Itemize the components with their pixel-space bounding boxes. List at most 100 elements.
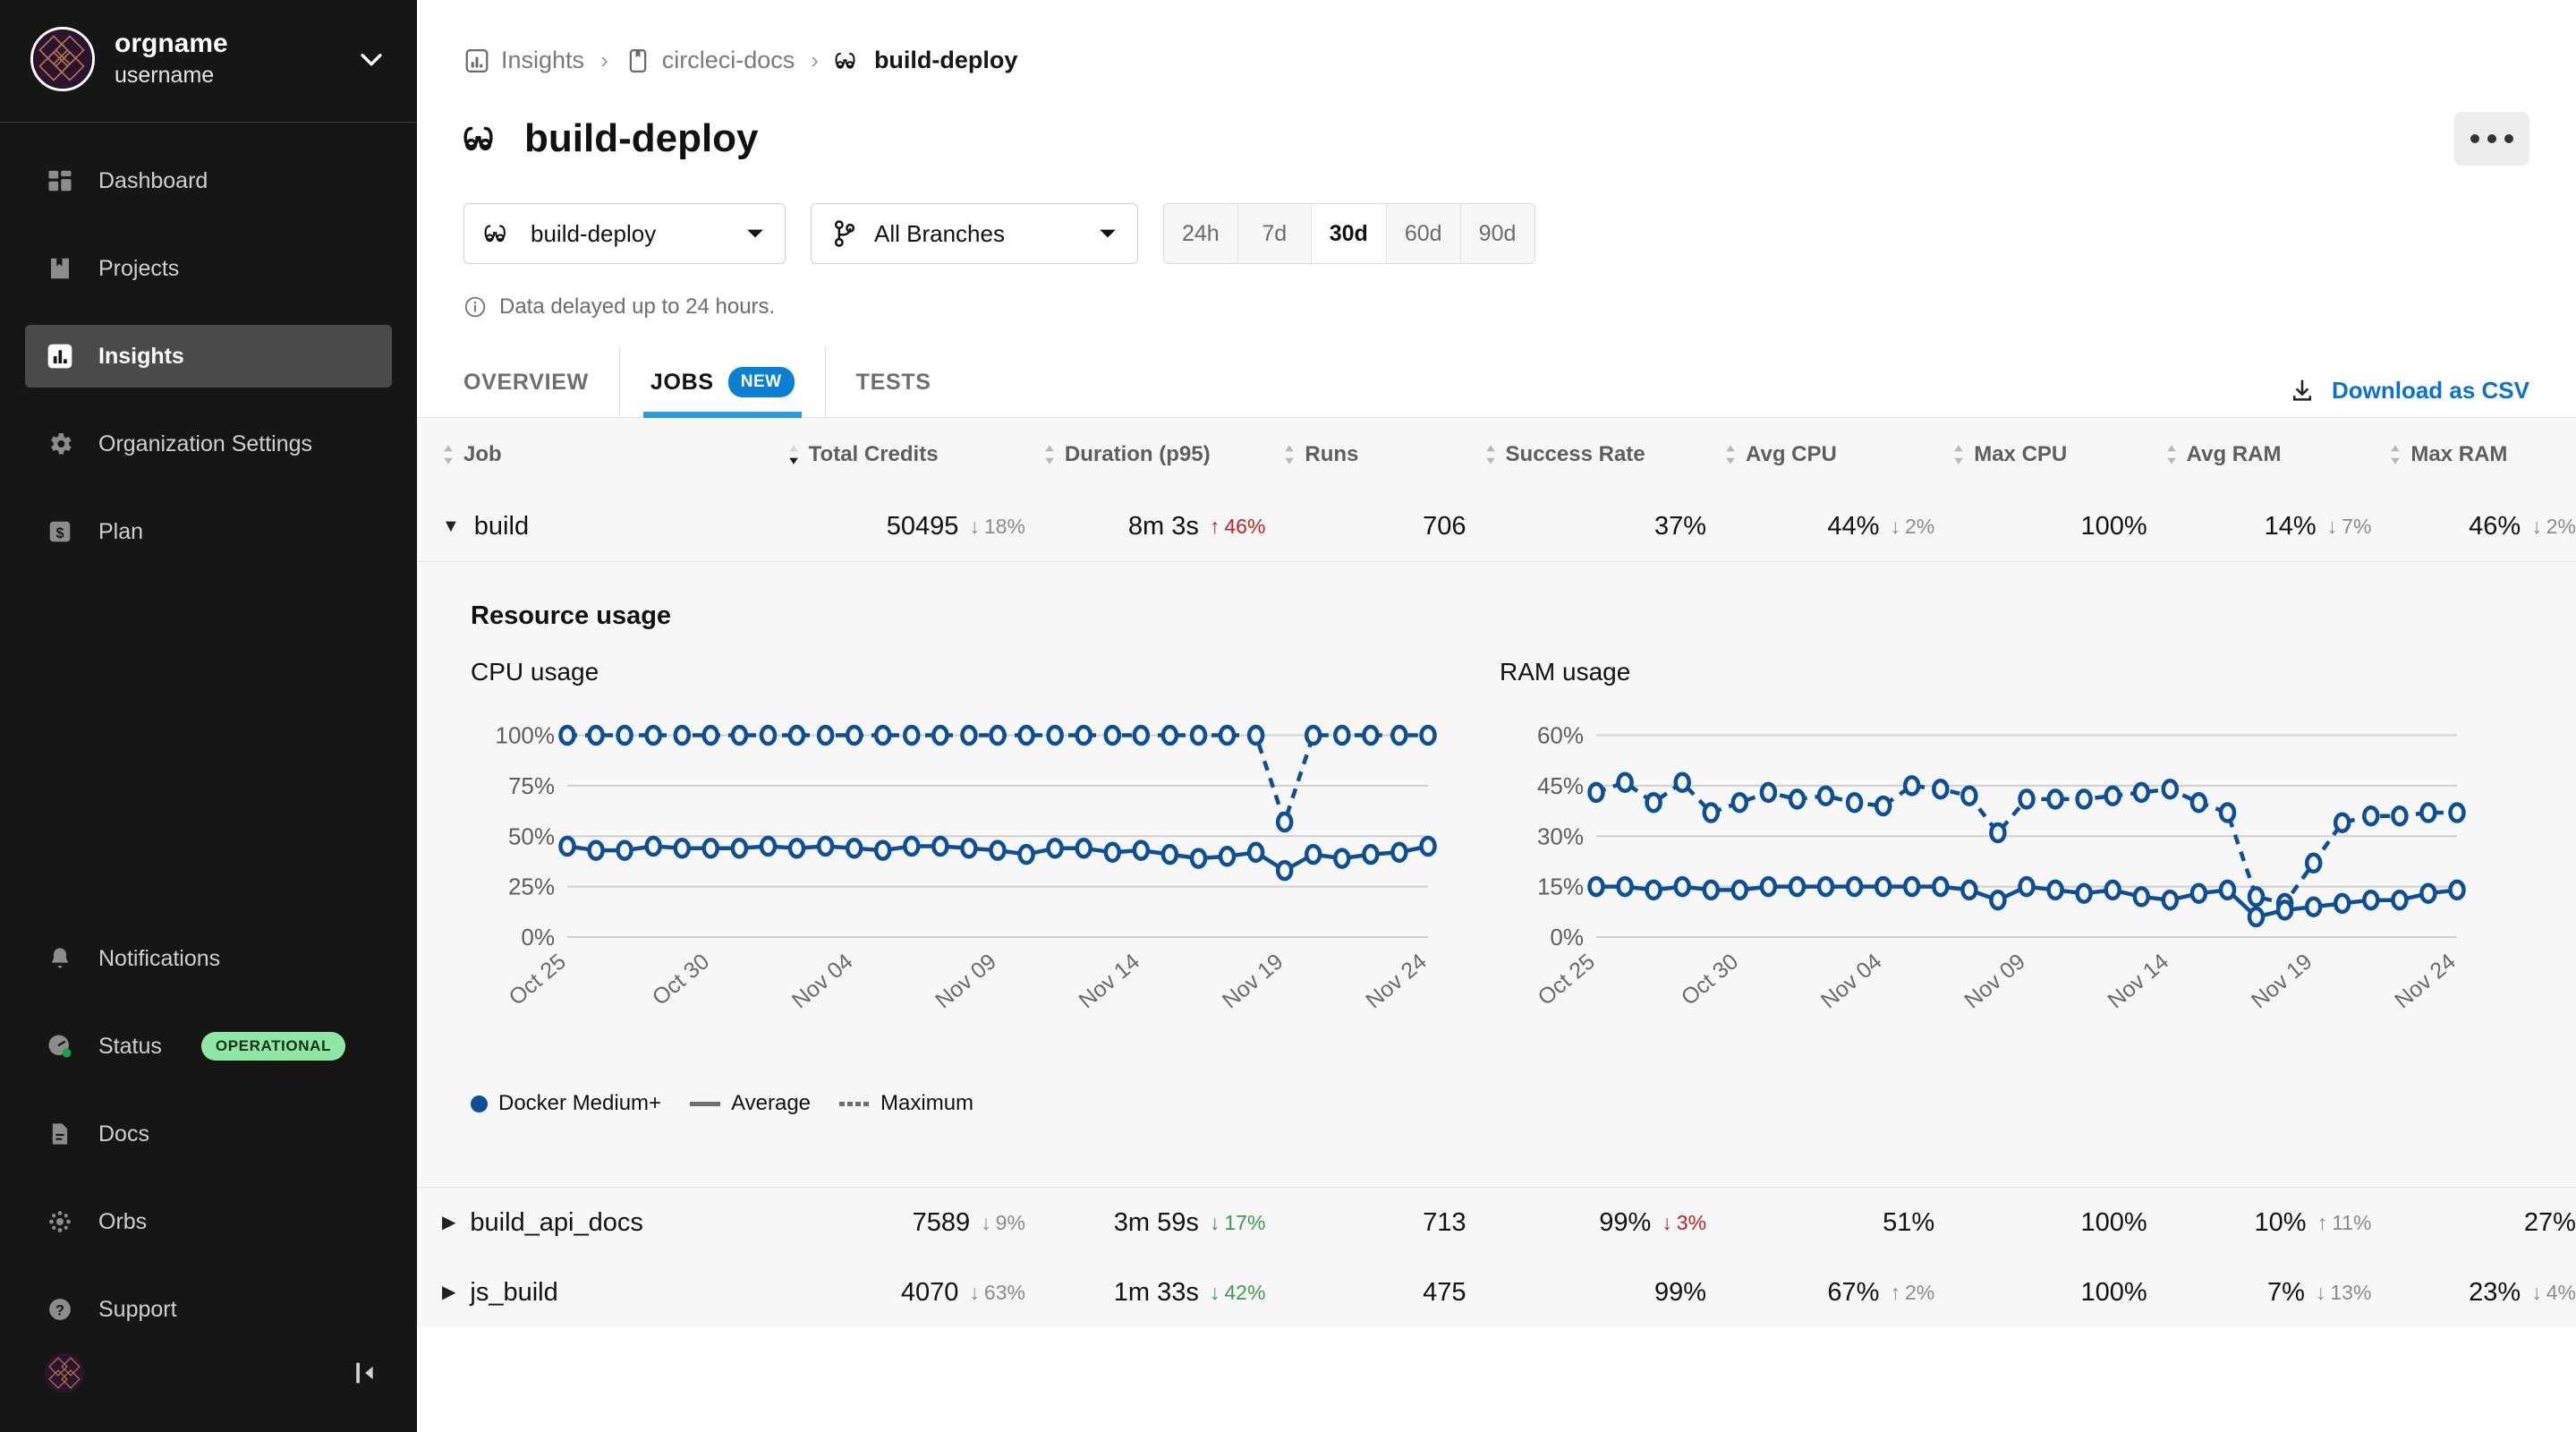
range-24h[interactable]: 24h [1164, 204, 1238, 263]
workflow-icon [484, 221, 514, 246]
ram-usage-chart: RAM usage 0% 15% 30% 45% 60% Oct 25 Oct 30 Nov … [1500, 658, 2484, 1061]
column-header-total-credits[interactable]: Total Credits [778, 442, 1034, 467]
job-cell[interactable]: ▼ build [417, 512, 778, 541]
job-cell[interactable]: ▶ build_api_docs [417, 1208, 778, 1238]
org-avatar [30, 27, 95, 91]
sidebar-item-dashboard[interactable]: Dashboard [25, 149, 392, 212]
tabs-bar: OVERVIEW JOBS NEW TESTS Download as CSV [417, 347, 2576, 418]
sidebar-item-plan[interactable]: $ Plan [25, 500, 392, 563]
max-cpu-value: 100% [2080, 1207, 2147, 1237]
time-range-segmented-control[interactable]: 24h 7d 30d 60d 90d [1163, 203, 1535, 264]
max-ram-cell: 23% ↓ 4% [2380, 1278, 2576, 1308]
sidebar-item-projects[interactable]: Projects [25, 237, 392, 300]
range-7d[interactable]: 7d [1237, 204, 1312, 263]
svg-text:15%: 15% [1537, 874, 1584, 900]
chevron-right-icon: › [600, 47, 608, 73]
avg-ram-delta: ↑ 11% [2317, 1210, 2372, 1234]
avg-cpu-cell: 67% ↑ 2% [1715, 1278, 1943, 1308]
tab-overview[interactable]: OVERVIEW [463, 347, 620, 417]
range-90d[interactable]: 90d [1460, 204, 1535, 263]
expand-twisty-icon[interactable]: ▶ [442, 1214, 455, 1232]
sidebar-item-docs[interactable]: Docs [25, 1103, 392, 1165]
svg-text:75%: 75% [508, 772, 555, 799]
sidebar-item-insights[interactable]: Insights [25, 325, 392, 388]
avg-ram-cell: 10% ↑ 11% [2156, 1208, 2381, 1238]
sort-icon [442, 444, 455, 465]
table-row[interactable]: ▶ build_api_docs 7589 ↓ 9% 3m 59s ↓ 17% 71… [417, 1188, 2576, 1257]
sidebar-item-orbs[interactable]: Orbs [25, 1190, 392, 1253]
chevron-down-icon[interactable] [356, 44, 387, 74]
insights-icon [45, 341, 75, 371]
tab-tests[interactable]: TESTS [826, 347, 962, 417]
download-icon [2289, 378, 2316, 405]
main-content: Insights › circleci-docs › build-deploy … [417, 0, 2576, 1432]
column-header-max-cpu[interactable]: Max CPU [1943, 442, 2155, 467]
table-row[interactable]: ▼ build 50495 ↓18% 8m 3s ↑46% 706 37% [417, 491, 2576, 561]
column-header-label: Max CPU [1974, 442, 2068, 466]
sidebar-item-label: Docs [98, 1121, 149, 1146]
sidebar-item-status[interactable]: Status OPERATIONAL [25, 1015, 392, 1078]
svg-text:Nov 04: Nov 04 [787, 949, 858, 1013]
avg-cpu-value: 44% [1827, 511, 1880, 541]
legend-label: Average [731, 1091, 812, 1115]
dollar-icon: $ [45, 516, 75, 547]
svg-text:0%: 0% [521, 924, 555, 950]
legend-label: Maximum [880, 1091, 974, 1115]
column-header-avg-ram[interactable]: Avg RAM [2156, 442, 2381, 467]
duration-delta: ↑ 46% [1209, 514, 1266, 538]
svg-text:Oct 25: Oct 25 [1533, 949, 1599, 1010]
job-cell[interactable]: ▶ js_build [417, 1278, 778, 1308]
table-row[interactable]: ▶ js_build 4070 ↓ 63% 1m 33s ↓ 42% 475 99% [417, 1257, 2576, 1327]
breadcrumb-item-insights[interactable]: Insights [463, 47, 584, 74]
column-header-avg-cpu[interactable]: Avg CPU [1715, 442, 1943, 467]
column-header-job[interactable]: Job [417, 442, 778, 467]
duration-value: 1m 33s [1113, 1277, 1199, 1307]
expand-twisty-icon[interactable]: ▶ [442, 1283, 455, 1301]
success-rate-value: 99% [1654, 1277, 1707, 1307]
range-60d[interactable]: 60d [1386, 204, 1461, 263]
sidebar-nav-main: Dashboard Projects Insights Organization… [0, 123, 417, 563]
org-name: orgname [115, 28, 228, 58]
svg-text:Oct 25: Oct 25 [504, 949, 570, 1010]
column-header-success-rate[interactable]: Success Rate [1475, 442, 1716, 467]
collapse-twisty-icon[interactable]: ▼ [442, 517, 460, 535]
cpu-usage-chart: CPU usage 0% 25% 50% 75% 100% Oct 25 Oct 30 Nov… [471, 658, 1500, 1061]
more-options-button[interactable] [2454, 112, 2529, 166]
sidebar-item-label: Dashboard [98, 167, 208, 193]
column-header-max-ram[interactable]: Max RAM [2380, 442, 2576, 467]
branch-select[interactable]: All Branches [811, 203, 1138, 264]
avg-cpu-delta: ↑ 2% [1890, 1280, 1935, 1304]
max-cpu-cell: 100% [1943, 1278, 2155, 1308]
sort-icon [1724, 444, 1737, 465]
sort-icon [1043, 444, 1056, 465]
sidebar-item-label: Status [98, 1033, 162, 1059]
column-header-duration[interactable]: Duration (p95) [1034, 442, 1275, 467]
table-header-row: Job Total Credits Duration (p95) Runs Su… [417, 418, 2576, 491]
branch-icon [831, 219, 858, 248]
column-header-label: Avg CPU [1746, 442, 1837, 466]
sidebar-item-support[interactable]: ? Support [25, 1278, 392, 1341]
legend-item-average: Average [690, 1091, 811, 1116]
org-switcher[interactable]: orgname username [0, 0, 417, 123]
avg-cpu-cell: 44% ↓ 2% [1715, 512, 1943, 541]
app-root: orgname username Dashboard Projects Insi… [0, 0, 2576, 1432]
collapse-sidebar-button[interactable] [353, 1358, 383, 1388]
breadcrumb-label: circleci-docs [661, 47, 795, 73]
column-header-runs[interactable]: Runs [1274, 442, 1475, 467]
tab-jobs[interactable]: JOBS NEW [620, 347, 826, 418]
sidebar-item-notifications[interactable]: Notifications [25, 927, 392, 990]
breadcrumb-item-project[interactable]: circleci-docs [625, 47, 795, 74]
download-csv-button[interactable]: Download as CSV [2289, 377, 2529, 417]
dot [2470, 134, 2479, 143]
workflow-select[interactable]: build-deploy [463, 203, 786, 264]
total-credits-value: 7589 [912, 1207, 971, 1237]
sidebar-item-organization-settings[interactable]: Organization Settings [25, 413, 392, 475]
projects-icon [45, 253, 75, 284]
runs-value: 713 [1423, 1207, 1467, 1237]
avg-cpu-value: 67% [1827, 1277, 1880, 1307]
range-30d[interactable]: 30d [1311, 204, 1387, 263]
total-credits-delta: ↓ 18% [969, 514, 1025, 538]
